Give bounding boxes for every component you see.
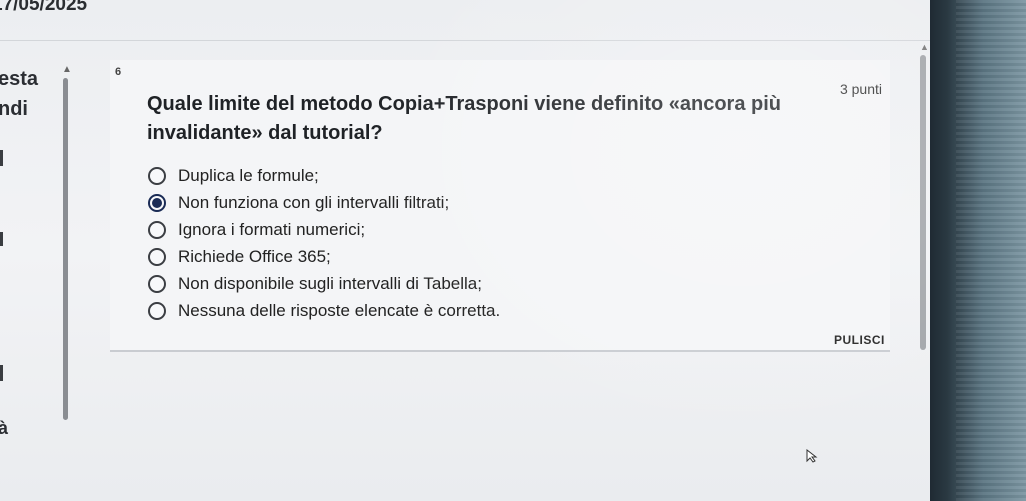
browser-page: 17/05/2025 esta ndi à ▲ 6 3 punti Quale … xyxy=(0,0,930,501)
radio-empty-icon[interactable] xyxy=(148,274,166,293)
page-date: 17/05/2025 xyxy=(0,0,88,15)
radio-empty-icon[interactable] xyxy=(148,247,166,266)
header-divider xyxy=(0,40,930,41)
answer-option[interactable]: Richiede Office 365; xyxy=(148,243,500,270)
monitor-bezel xyxy=(930,0,1026,501)
clear-button[interactable]: PULISCI xyxy=(834,333,885,347)
sidebar-marker xyxy=(0,150,3,166)
sidebar-marker xyxy=(0,232,3,246)
radio-empty-icon[interactable] xyxy=(148,220,166,239)
answer-option[interactable]: Nessuna delle risposte elencate è corret… xyxy=(148,297,500,324)
page-scrollbar[interactable] xyxy=(920,55,926,350)
mouse-cursor-icon xyxy=(806,449,818,463)
scroll-up-icon[interactable]: ▲ xyxy=(920,42,929,52)
sidebar-scrollbar[interactable] xyxy=(63,78,68,420)
sidebar-label-1: esta xyxy=(0,68,39,90)
question-text: Quale limite del metodo Copia+Trasponi v… xyxy=(147,93,782,144)
answer-option-label: Non funziona con gli intervalli filtrati… xyxy=(178,192,450,212)
radio-empty-icon[interactable] xyxy=(148,166,166,185)
answer-option-label: Duplica le formule; xyxy=(178,165,319,185)
answer-option[interactable]: Ignora i formati numerici; xyxy=(148,216,500,243)
answer-option[interactable]: Non funziona con gli intervalli filtrati… xyxy=(148,189,500,216)
answer-option[interactable]: Duplica le formule; xyxy=(148,162,500,189)
sidebar-marker xyxy=(0,365,3,381)
sidebar-scroll-up-icon[interactable]: ▲ xyxy=(62,64,72,75)
sidebar-marker-text: à xyxy=(0,418,9,438)
radio-selected-icon[interactable] xyxy=(148,193,166,212)
question-number: 6 xyxy=(115,66,122,78)
answer-options: Duplica le formule; Non funziona con gli … xyxy=(148,162,500,324)
answer-option[interactable]: Non disponibile sugli intervalli di Tabe… xyxy=(148,270,500,297)
sidebar-label-2: ndi xyxy=(0,98,28,120)
radio-empty-icon[interactable] xyxy=(148,301,166,320)
answer-option-label: Richiede Office 365; xyxy=(178,246,331,266)
answer-option-label: Ignora i formati numerici; xyxy=(178,219,366,239)
answer-option-label: Nessuna delle risposte elencate è corret… xyxy=(178,300,501,320)
answer-option-label: Non disponibile sugli intervalli di Tabe… xyxy=(178,273,482,293)
